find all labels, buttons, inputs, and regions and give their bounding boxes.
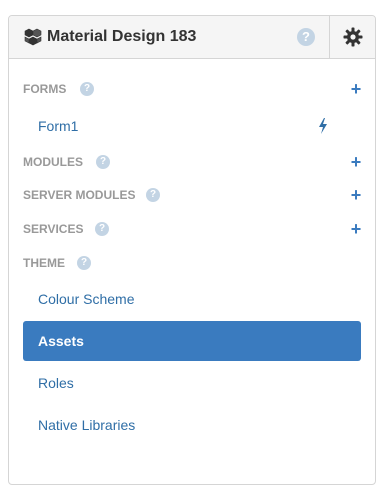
add-service-button[interactable]: + [349,220,363,238]
section-services-label: SERVICES [23,222,84,236]
panel-header: Material Design 183 ? [9,16,375,59]
theme-item-colour-scheme[interactable]: Colour Scheme [23,279,361,319]
theme-item-native-libraries[interactable]: Native Libraries [23,405,361,445]
question-circle-icon[interactable]: ? [297,28,315,46]
add-form-button[interactable]: + [349,80,363,98]
question-circle-icon[interactable]: ? [146,188,160,202]
section-theme-label: THEME [23,256,65,270]
question-circle-icon[interactable]: ? [95,222,109,236]
add-module-button[interactable]: + [349,153,363,171]
question-circle-icon[interactable]: ? [77,256,91,270]
lightning-bolt-icon[interactable] [317,118,329,134]
section-server-modules-label: SERVER MODULES [23,188,136,202]
list-item-form1[interactable]: Form1 [23,106,361,146]
app-title: Material Design 183 [47,28,197,45]
question-circle-icon[interactable]: ? [96,155,110,169]
gear-icon [343,27,363,47]
settings-button[interactable] [329,16,375,58]
app-sidebar-panel: Material Design 183 ? FORMS ? + Form1 MO… [8,15,376,485]
form-item-label: Form1 [38,118,79,134]
theme-item-assets[interactable]: Assets [23,321,361,361]
section-modules-label: MODULES [23,155,83,169]
add-server-module-button[interactable]: + [349,186,363,204]
question-circle-icon[interactable]: ? [80,82,94,96]
section-forms-label: FORMS [23,82,67,96]
theme-item-roles[interactable]: Roles [23,363,361,403]
cubes-icon [24,28,42,46]
